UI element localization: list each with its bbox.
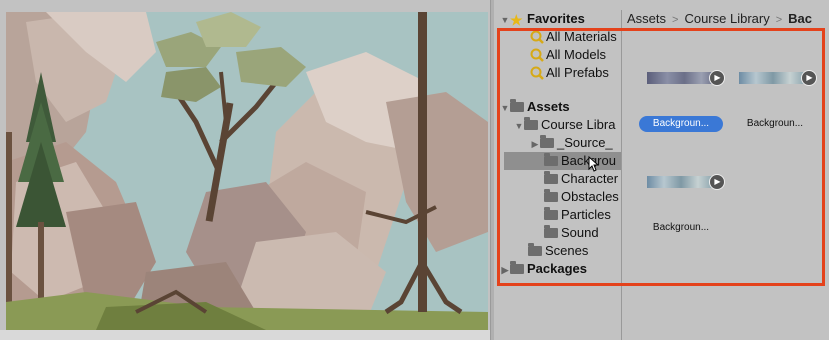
asset-grid: ▶ Backgroun... ▶ Backgroun... ▶ Backgrou… bbox=[623, 32, 829, 340]
tree-item-label: Scenes bbox=[545, 243, 589, 258]
tree-item-label: Sound bbox=[561, 225, 599, 240]
audio-waveform-thumbnail bbox=[739, 72, 807, 84]
favorites-label: Favorites bbox=[527, 11, 585, 26]
tree-item-label: Particles bbox=[561, 207, 611, 222]
folder-icon bbox=[544, 170, 558, 184]
tree-item-label: Obstacles bbox=[561, 189, 619, 204]
favorite-label: All Materials bbox=[546, 29, 617, 44]
asset-thumbnail[interactable]: ▶ bbox=[647, 174, 727, 190]
search-icon bbox=[530, 30, 544, 44]
tree-item-particles[interactable]: Particles bbox=[544, 206, 622, 224]
scene-view[interactable] bbox=[6, 12, 488, 330]
folder-icon bbox=[544, 152, 558, 166]
asset-thumbnail[interactable]: ▶ bbox=[647, 70, 727, 86]
search-icon bbox=[530, 66, 544, 80]
breadcrumb: Assets > Course Library > Bac bbox=[627, 10, 812, 28]
folder-icon bbox=[544, 188, 558, 202]
scene-illustration bbox=[6, 12, 488, 330]
favorite-item[interactable]: All Models bbox=[530, 46, 606, 64]
folder-icon bbox=[544, 206, 558, 220]
folder-icon bbox=[510, 98, 524, 112]
chevron-right-icon: > bbox=[672, 14, 679, 26]
tree-item-course-library[interactable]: ▼ Course Libra bbox=[514, 116, 622, 134]
packages-label: Packages bbox=[527, 261, 587, 276]
asset-label[interactable]: Backgroun... bbox=[639, 220, 723, 236]
folder-icon bbox=[524, 116, 538, 130]
tree-item-sound[interactable]: Sound bbox=[544, 224, 622, 242]
folder-tree: ▼★ Favorites All Materials All Models All… bbox=[494, 10, 622, 340]
chevron-right-icon: > bbox=[775, 14, 783, 26]
play-icon[interactable]: ▶ bbox=[709, 174, 725, 190]
favorite-label: All Prefabs bbox=[546, 65, 609, 80]
assets-header[interactable]: ▼ Assets bbox=[500, 98, 570, 116]
collapse-triangle-icon[interactable]: ▶ bbox=[530, 135, 540, 152]
breadcrumb-item[interactable]: Course Library bbox=[684, 11, 769, 26]
expand-triangle-icon[interactable]: ▼ bbox=[500, 11, 510, 28]
assets-label: Assets bbox=[527, 99, 570, 114]
favorite-label: All Models bbox=[546, 47, 606, 62]
folder-icon bbox=[544, 224, 558, 238]
collapse-triangle-icon[interactable]: ▶ bbox=[500, 261, 510, 278]
tree-item-scenes[interactable]: Scenes bbox=[528, 242, 588, 260]
asset-label[interactable]: Backgroun... bbox=[733, 116, 817, 132]
breadcrumb-item-current[interactable]: Bac bbox=[788, 11, 812, 26]
play-icon[interactable]: ▶ bbox=[709, 70, 725, 86]
mouse-cursor-icon bbox=[588, 156, 600, 172]
expand-triangle-icon[interactable]: ▼ bbox=[514, 117, 524, 134]
favorite-item[interactable]: All Prefabs bbox=[530, 64, 609, 82]
tree-item-label: Course Libra bbox=[541, 117, 616, 132]
tree-item-label: _Source_ bbox=[557, 135, 613, 150]
search-icon bbox=[530, 48, 544, 62]
asset-label[interactable]: Backgroun... bbox=[639, 116, 723, 132]
folder-icon bbox=[528, 242, 542, 256]
tree-item-backgrounds[interactable]: Backgrou bbox=[504, 152, 621, 170]
scene-bottom-bar bbox=[0, 330, 493, 340]
tree-item-source[interactable]: ▶ _Source_ bbox=[530, 134, 622, 152]
play-icon[interactable]: ▶ bbox=[801, 70, 817, 86]
breadcrumb-item[interactable]: Assets bbox=[627, 11, 666, 26]
asset-thumbnail[interactable]: ▶ bbox=[739, 70, 819, 86]
favorite-item[interactable]: All Materials bbox=[530, 28, 617, 46]
project-window: ▼★ Favorites All Materials All Models All… bbox=[494, 0, 829, 340]
folder-icon bbox=[510, 260, 524, 274]
tree-item-label: Character bbox=[561, 171, 619, 186]
tree-item-obstacles[interactable]: Obstacles bbox=[544, 188, 622, 206]
audio-waveform-thumbnail bbox=[647, 176, 715, 188]
packages-header[interactable]: ▶ Packages bbox=[500, 260, 587, 278]
favorites-header[interactable]: ▼★ Favorites bbox=[500, 10, 585, 28]
tree-item-characters[interactable]: Character bbox=[544, 170, 622, 188]
star-icon: ★ bbox=[510, 11, 523, 28]
expand-triangle-icon[interactable]: ▼ bbox=[500, 99, 510, 116]
folder-icon bbox=[540, 134, 554, 148]
audio-waveform-thumbnail bbox=[647, 72, 715, 84]
